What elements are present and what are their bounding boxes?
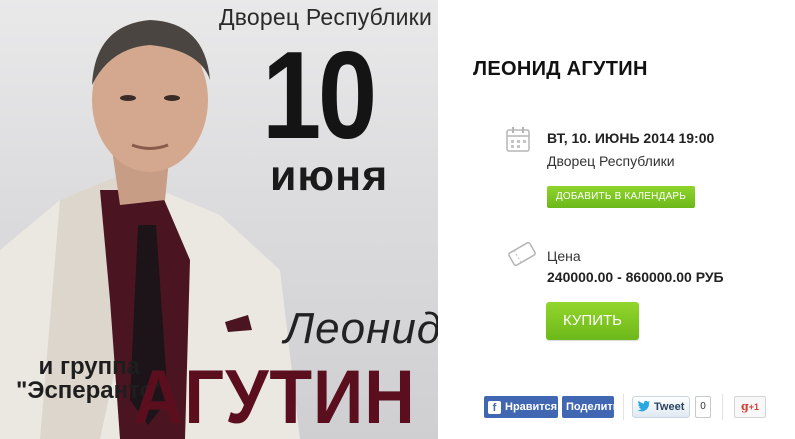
- poster-last-name: АГУТИН: [133, 355, 416, 439]
- facebook-like-label: Нравится: [505, 401, 558, 413]
- social-divider: [722, 394, 723, 420]
- facebook-icon: f: [488, 400, 501, 414]
- add-to-calendar-button[interactable]: ДОБАВИТЬ В КАЛЕНДАРЬ: [547, 186, 695, 208]
- price-range: 240000.00 - 860000.00 РУБ: [547, 269, 724, 285]
- event-date: ВТ, 10. ИЮНЬ 2014 19:00: [547, 130, 715, 146]
- social-divider: [623, 394, 624, 420]
- google-plus-label: +1: [748, 402, 759, 412]
- poster-first-name: Леонид: [284, 304, 438, 353]
- tweet-button[interactable]: Tweet: [632, 396, 690, 418]
- poster-group: и группа "Эсперанто": [16, 353, 166, 404]
- calendar-icon: [506, 126, 530, 157]
- event-title: ЛЕОНИД АГУТИН: [473, 58, 648, 80]
- google-plus-icon: g: [741, 400, 749, 413]
- facebook-share-button[interactable]: Поделиться: [562, 396, 614, 418]
- buy-button[interactable]: КУПИТЬ: [546, 302, 639, 340]
- event-venue: Дворец Республики: [547, 153, 675, 169]
- twitter-bird-icon: [637, 400, 651, 415]
- facebook-like-button[interactable]: f Нравится: [484, 396, 558, 418]
- price-label: Цена: [547, 248, 581, 264]
- tweet-label: Tweet: [654, 401, 685, 413]
- poster-day: 10: [262, 27, 377, 165]
- event-poster: Дворец Республики 10 июня Леонид и групп…: [0, 0, 438, 439]
- tweet-count: 0: [695, 396, 711, 418]
- google-plus-button[interactable]: g+1: [734, 396, 766, 418]
- ticket-icon: [506, 241, 538, 272]
- poster-month: июня: [270, 152, 389, 200]
